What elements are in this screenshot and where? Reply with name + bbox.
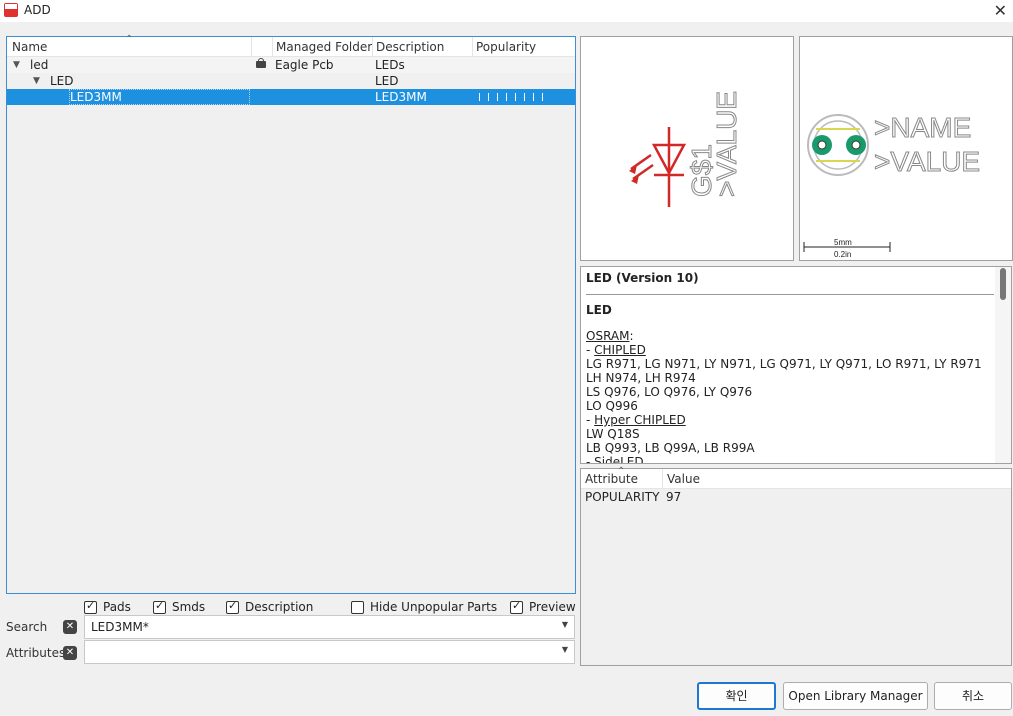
column-name[interactable]: Name (12, 40, 47, 54)
attr-header: ⌃ Attribute Value (581, 466, 1011, 489)
row-name: LED (50, 74, 74, 88)
preview-label: Preview (529, 600, 576, 614)
scrollbar-thumb[interactable] (1000, 268, 1006, 300)
chevron-down-icon[interactable]: ▼ (562, 645, 568, 654)
desc-line: - Hyper CHIPLED (586, 413, 686, 427)
symbol-value-text: >VALUE (711, 91, 742, 197)
cancel-button[interactable]: 취소 (934, 682, 1012, 710)
description-title: LED (Version 10) (586, 271, 699, 285)
attr-value: 97 (666, 490, 682, 504)
scale-mm: 5mm (834, 238, 852, 247)
popularity-bar (479, 93, 549, 101)
column-popularity[interactable]: Popularity (476, 40, 536, 54)
close-icon[interactable]: ✕ (994, 1, 1007, 20)
chipled-link[interactable]: CHIPLED (594, 343, 646, 357)
desc-line: LO Q996 (586, 399, 638, 413)
clear-search-icon[interactable]: ✕ (63, 620, 77, 634)
tree-header: ⌃ Name Managed Folder Description Popula… (7, 34, 575, 57)
lock-icon (256, 58, 266, 68)
preview-checkbox[interactable] (510, 599, 523, 614)
tree-row-variant-selected[interactable]: LED3MM LED3MM (7, 89, 575, 105)
column-attribute[interactable]: Attribute (585, 472, 638, 486)
clear-attributes-icon[interactable]: ✕ (63, 646, 77, 660)
column-description[interactable]: Description (376, 40, 444, 54)
tree-row-library[interactable]: ▼ led Eagle Pcb LEDs (7, 57, 575, 73)
desc-line: LW Q18S (586, 427, 640, 441)
pads-label: Pads (103, 600, 131, 614)
row-name: LED3MM (70, 90, 122, 104)
description-panel[interactable]: LED (Version 10) LED OSRAM: - CHIPLED LG… (580, 266, 1012, 464)
expand-caret-icon[interactable]: ▼ (13, 60, 20, 70)
scale-in: 0.2in (834, 250, 851, 259)
expand-caret-icon[interactable]: ▼ (33, 76, 40, 86)
ok-button[interactable]: 확인 (697, 682, 776, 710)
pads-checkbox[interactable] (84, 599, 97, 614)
desc-line: OSRAM: (586, 329, 634, 343)
package-value-text: >VALUE (874, 146, 980, 177)
led-symbol-graphic: G$1 >VALUE (629, 90, 743, 207)
hide-unpopular-label: Hide Unpopular Parts (370, 600, 498, 614)
attributes-label: Attributes (6, 646, 66, 660)
sort-up-icon: ⌃ (125, 34, 134, 45)
option-hide-unpopular[interactable]: Hide Unpopular Parts (351, 600, 497, 614)
package-preview: >NAME >VALUE 5mm 0.2in (799, 36, 1013, 261)
search-input[interactable]: LED3MM* ▼ (84, 615, 575, 639)
osram-link[interactable]: OSRAM (586, 329, 629, 343)
attr-row[interactable]: POPULARITY 97 (581, 489, 1011, 505)
search-label: Search (6, 620, 48, 634)
hide-unpopular-checkbox[interactable] (351, 600, 364, 614)
desc-line: LG R971, LG N971, LY N971, LG Q971, LY Q… (586, 357, 982, 385)
led-package-graphic: >NAME >VALUE 5mm 0.2in (803, 112, 981, 259)
description-checkbox[interactable] (226, 599, 239, 614)
desc-line: LS Q976, LO Q976, LY Q976 (586, 385, 753, 399)
attr-name: POPULARITY (585, 490, 660, 504)
option-preview[interactable]: Preview (510, 599, 576, 614)
search-value: LED3MM* (91, 620, 149, 634)
open-library-manager-button[interactable]: Open Library Manager (783, 682, 928, 710)
chevron-down-icon[interactable]: ▼ (562, 620, 568, 629)
option-smds[interactable]: Smds (153, 599, 206, 614)
parts-tree[interactable]: ⌃ Name Managed Folder Description Popula… (6, 34, 576, 594)
desc-line: LB Q993, LB Q99A, LB R99A (586, 441, 755, 455)
desc-line: - SideLED (586, 455, 994, 463)
row-description: LED3MM (375, 90, 427, 104)
window-title: ADD (24, 3, 51, 17)
description-subtitle: LED (586, 303, 612, 317)
title-bar: ADD ✕ (0, 0, 1013, 22)
desc-line: - CHIPLED (586, 343, 646, 357)
row-description: LED (375, 74, 399, 88)
app-icon (4, 3, 18, 17)
column-value[interactable]: Value (667, 472, 700, 486)
row-name: led (30, 58, 49, 72)
attributes-panel[interactable]: ⌃ Attribute Value POPULARITY 97 (580, 466, 1012, 666)
tree-row-device[interactable]: ▼ LED LED (7, 73, 575, 89)
sideled-link[interactable]: SideLED (594, 455, 643, 463)
row-description: LEDs (375, 58, 405, 72)
smds-checkbox[interactable] (153, 599, 166, 614)
option-description[interactable]: Description (226, 599, 314, 614)
column-managed-folder[interactable]: Managed Folder (276, 40, 372, 54)
attributes-input[interactable]: ▼ (84, 640, 575, 664)
smds-label: Smds (172, 600, 206, 614)
hyper-chipled-link[interactable]: Hyper CHIPLED (594, 413, 686, 427)
package-name-text: >NAME (874, 112, 971, 143)
option-pads[interactable]: Pads (84, 599, 131, 614)
scrollbar[interactable] (995, 267, 1011, 463)
scale-bar: 5mm 0.2in (803, 238, 891, 259)
description-label: Description (245, 600, 314, 614)
row-managed-folder: Eagle Pcb (275, 58, 334, 72)
symbol-preview: G$1 >VALUE (580, 36, 794, 261)
